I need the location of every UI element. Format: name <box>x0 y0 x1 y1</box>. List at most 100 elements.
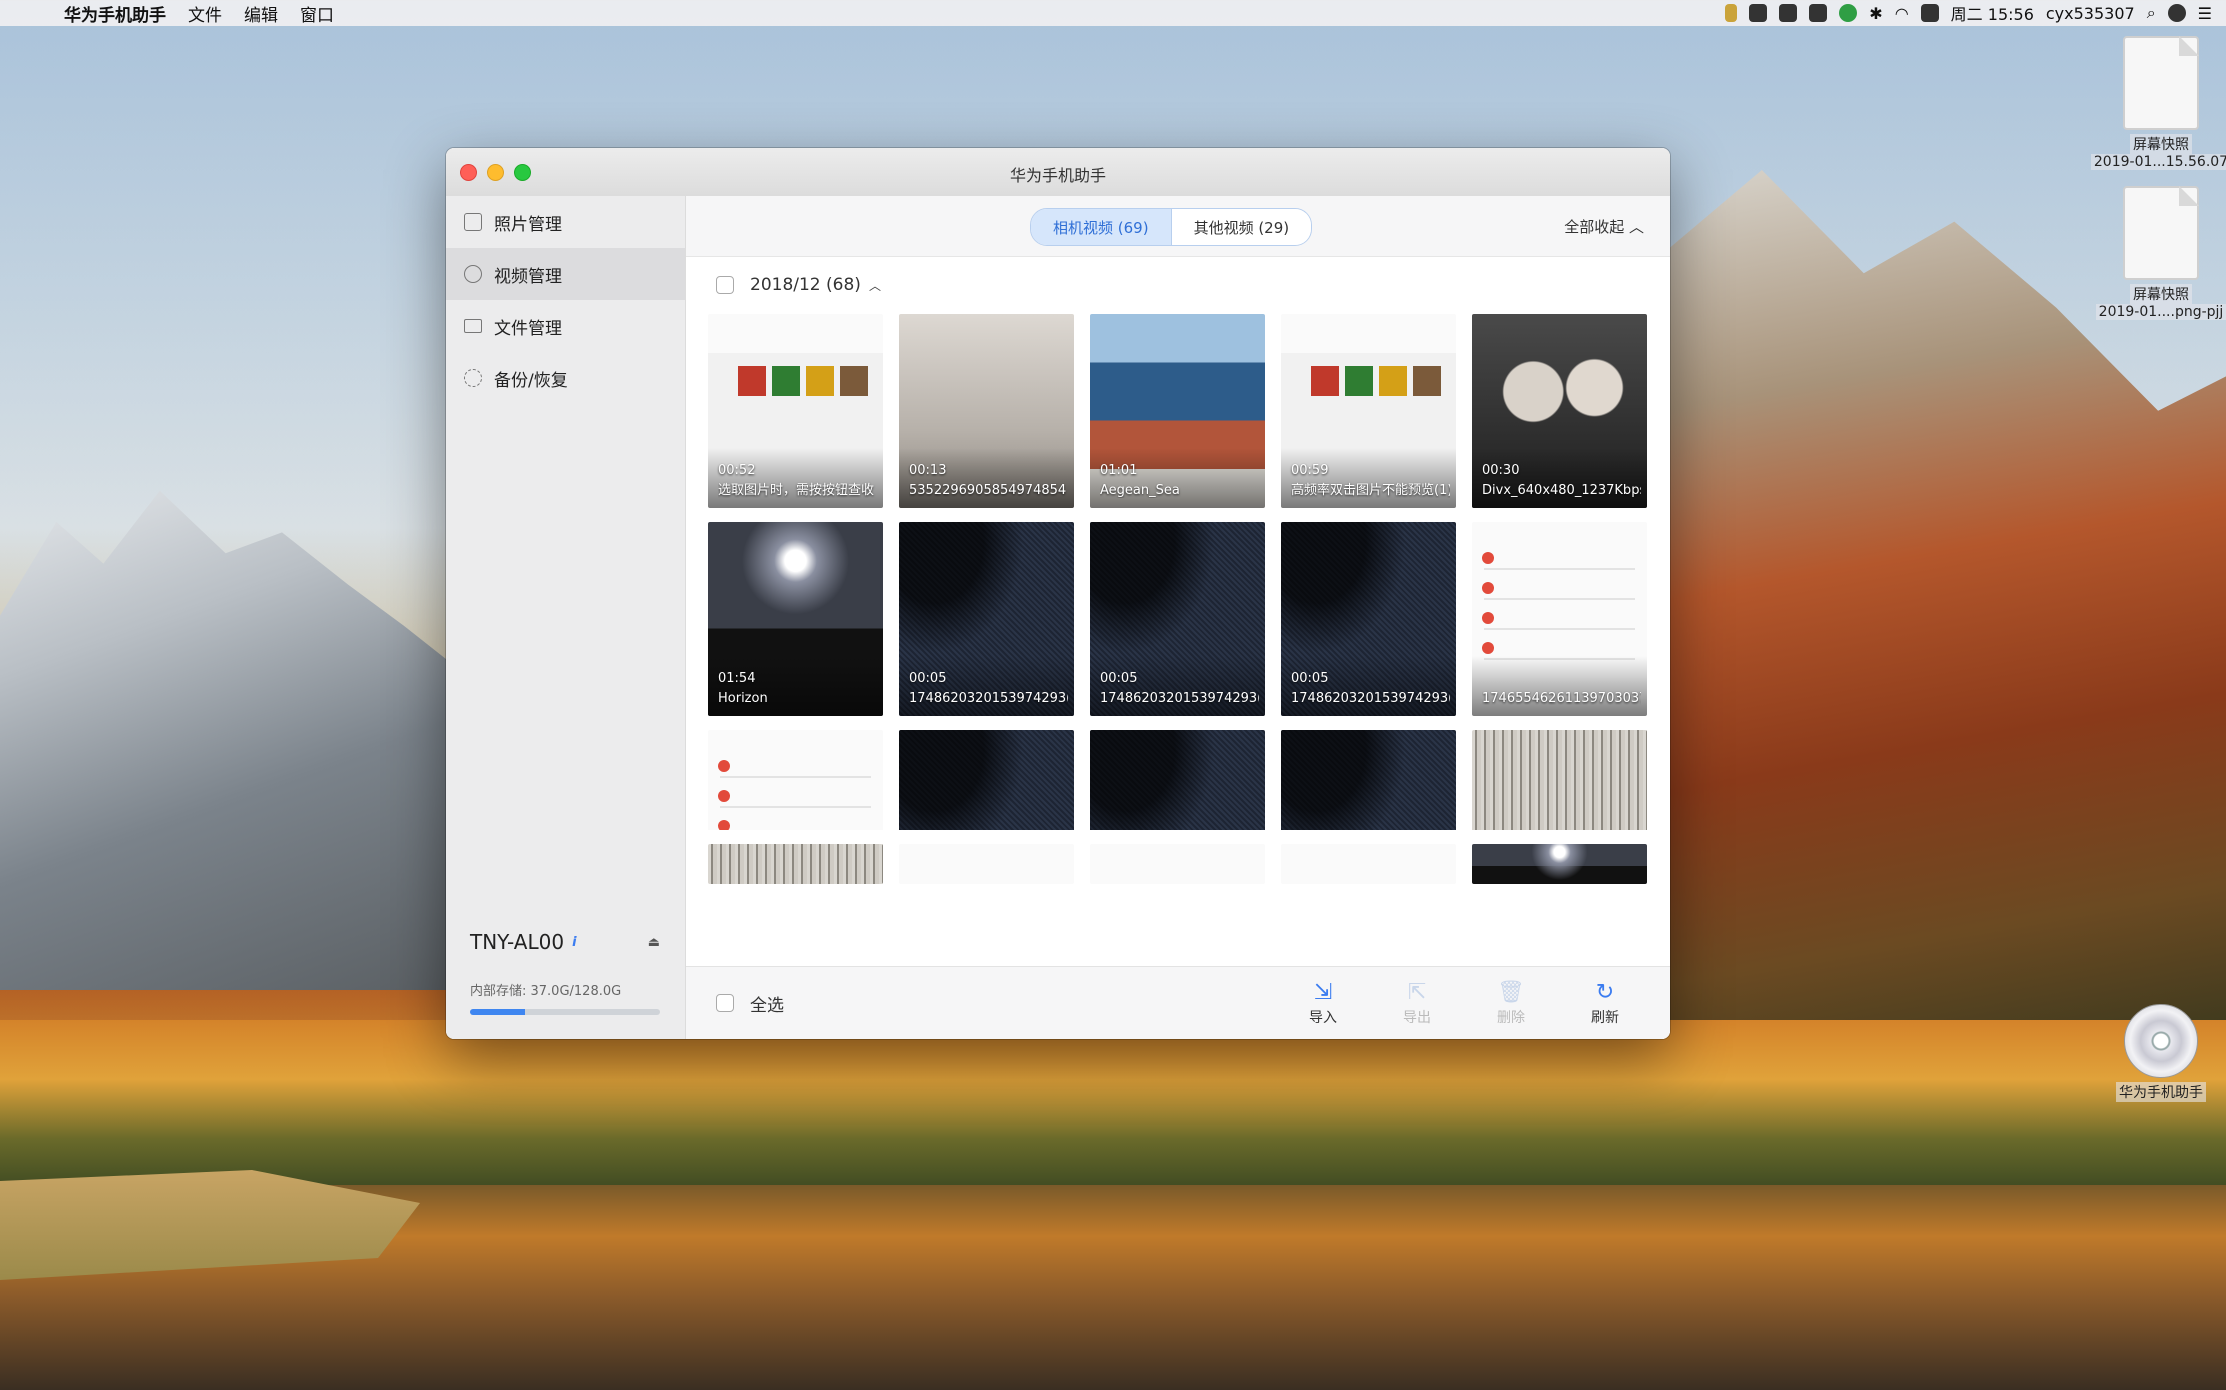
tab-other-videos[interactable]: 其他视频 (29) <box>1171 209 1312 245</box>
video-filename: 高频率双击图片不能预览(1) <box>1291 483 1450 498</box>
video-thumbnail[interactable]: 01:01 Aegean_Sea <box>1090 314 1265 508</box>
menu-file[interactable]: 文件 <box>188 1 222 26</box>
sidebar-item-backup[interactable]: 备份/恢复 <box>446 352 685 404</box>
thumbnail-preview-image <box>1413 366 1441 396</box>
desktop-file-screenshot-2[interactable]: 屏幕快照 2019-01....png-pjj <box>2086 186 2226 320</box>
video-duration: 00:05 <box>1100 671 1138 686</box>
tray-status-icon[interactable] <box>1839 4 1858 22</box>
video-duration: 00:13 <box>909 463 947 478</box>
menu-bar: 华为手机助手 文件 编辑 窗口 ✱ ◠ 周二 15:56 cyx535307 ⌕… <box>0 0 2226 26</box>
video-thumbnail[interactable] <box>1472 844 1647 884</box>
video-thumbnail[interactable]: 01:54 Horizon <box>708 522 883 716</box>
tray-wifi-icon[interactable]: ◠ <box>1895 4 1909 23</box>
thumbnail-list-row <box>720 806 871 808</box>
import-icon: ⇲ <box>1313 980 1333 1005</box>
menu-bar-tray: ✱ ◠ 周二 15:56 cyx535307 ⌕ ☰ <box>1725 1 2226 25</box>
group-collapse-icon[interactable]: ︿ <box>869 277 881 294</box>
video-thumbnail[interactable]: 00:13 5352296905854974854 <box>899 314 1074 508</box>
tray-bluetooth-icon[interactable]: ✱ <box>1869 4 1882 23</box>
tab-camera-videos[interactable]: 相机视频 (69) <box>1031 209 1172 245</box>
info-icon[interactable]: i <box>572 935 576 950</box>
thumbnail-preview-image <box>738 366 766 396</box>
video-duration: 00:59 <box>1291 463 1329 478</box>
video-thumbnail[interactable]: 00:051748620320153974293(1 <box>899 522 1074 716</box>
thumbnail-list-row <box>1484 628 1635 630</box>
group-header: 2018/12 (68) ︿ <box>686 257 1670 313</box>
thumbnail-list-row <box>720 776 871 778</box>
export-icon: ⇱ <box>1407 980 1427 1005</box>
video-thumbnail[interactable]: 00:051748620320153974293(1 <box>1281 730 1456 830</box>
video-thumbnail[interactable]: 00:05 1748620320153974293(1 <box>1281 522 1456 716</box>
delete-button[interactable]: 🗑 删除 <box>1484 979 1538 1027</box>
video-duration: 00:05 <box>1291 671 1329 686</box>
import-button[interactable]: ⇲ 导入 <box>1296 979 1350 1027</box>
wallpaper-mountain-left <box>0 490 470 990</box>
menu-window[interactable]: 窗口 <box>300 1 334 26</box>
thumbnail-list-row <box>1484 598 1635 600</box>
video-thumbnail[interactable]: 00:52 选取图片时，需按按钮查收 <box>708 314 883 508</box>
video-filename: Horizon <box>718 691 768 706</box>
video-thumbnail[interactable]: 00:30 Divx_640x480_1237Kbps <box>1472 314 1647 508</box>
thumbnail-list-dot <box>1482 612 1494 624</box>
menu-edit[interactable]: 编辑 <box>244 1 278 26</box>
storage-label: 内部存储: 37.0G/128.0G <box>470 984 622 999</box>
tray-shield-icon[interactable] <box>1725 4 1738 22</box>
video-thumbnail[interactable]: 17465546261139703037(2 <box>708 730 883 830</box>
thumbnail-list-row <box>1484 568 1635 570</box>
select-all[interactable]: 全选 <box>686 991 784 1016</box>
group-checkbox[interactable] <box>716 276 734 294</box>
video-thumbnail[interactable]: 00:59 高频率双击图片不能预览(1) <box>1281 314 1456 508</box>
tabs-bar: 相机视频 (69) 其他视频 (29) 全部收起 ︿ <box>686 196 1670 257</box>
collapse-all-button[interactable]: 全部收起 ︿ <box>1564 216 1644 237</box>
thumbnail-list-row <box>1484 658 1635 660</box>
eject-icon[interactable]: ⏏ <box>648 935 660 950</box>
siri-icon[interactable] <box>2167 4 2186 22</box>
window-title: 华为手机助手 <box>1009 166 1106 185</box>
video-filename: 选取图片时，需按按钮查收 <box>718 483 875 498</box>
thumbnail-preview-image <box>772 366 800 396</box>
backup-icon <box>464 369 482 387</box>
sidebar-item-files[interactable]: 文件管理 <box>446 300 685 352</box>
menu-clock[interactable]: 周二 15:56 <box>1951 1 2034 25</box>
video-thumbnail[interactable]: 00:05 1748620320153974293(1 <box>1090 522 1265 716</box>
tray-app-icon[interactable] <box>1749 4 1768 22</box>
thumbnail-list-dot <box>1482 642 1494 654</box>
tray-mic-icon[interactable] <box>1779 4 1798 22</box>
video-tabs: 相机视频 (69) 其他视频 (29) <box>1030 208 1313 246</box>
select-all-checkbox[interactable] <box>716 994 734 1012</box>
video-duration: 00:30 <box>1482 463 1520 478</box>
refresh-button[interactable]: ↻ 刷新 <box>1578 979 1632 1027</box>
video-filename: 1748620320153974293(1 <box>1291 691 1450 706</box>
menu-app-name[interactable]: 华为手机助手 <box>64 1 166 26</box>
tray-grid-icon[interactable] <box>1809 4 1828 22</box>
video-thumbnail[interactable] <box>899 844 1074 884</box>
video-thumbnail[interactable]: 00:248265923067141218505 <box>1472 730 1647 830</box>
video-filename: Aegean_Sea <box>1100 483 1180 498</box>
menu-user[interactable]: cyx535307 <box>2046 4 2135 23</box>
video-filename: 17465546261139703037(1 <box>1482 691 1641 706</box>
video-thumbnail[interactable]: 00:051748620320153974293(1 <box>1090 730 1265 830</box>
device-panel: TNY-AL00 i ⏏ 内部存储: 37.0G/128.0G <box>470 930 660 1015</box>
video-thumbnail[interactable]: 17465546261139703037(1 <box>1472 522 1647 716</box>
video-thumbnail[interactable]: 00:051748620320153974293 <box>899 730 1074 830</box>
desktop-disk-huawei[interactable]: 华为手机助手 <box>2086 1004 2226 1102</box>
sidebar-item-videos[interactable]: 视频管理 <box>446 248 685 300</box>
video-filename: 1748620320153974293(1 <box>1100 691 1259 706</box>
export-button[interactable]: ⇱ 导出 <box>1390 979 1444 1027</box>
sidebar-item-photos[interactable]: 照片管理 <box>446 196 685 248</box>
title-bar[interactable]: 华为手机助手 <box>446 148 1670 197</box>
notification-center-icon[interactable]: ☰ <box>2198 4 2212 23</box>
video-duration: 00:05 <box>909 671 947 686</box>
cd-icon <box>2124 1004 2198 1078</box>
tray-s-icon[interactable] <box>1920 4 1939 22</box>
video-filename: 5352296905854974854 <box>909 483 1067 498</box>
video-thumbnail[interactable] <box>1090 844 1265 884</box>
folder-icon <box>464 319 482 333</box>
video-thumbnail[interactable] <box>708 844 883 884</box>
desktop-file-screenshot-1[interactable]: 屏幕快照 2019-01...15.56.07 <box>2086 36 2226 170</box>
spotlight-search-icon[interactable]: ⌕ <box>2147 3 2156 23</box>
video-icon <box>464 265 482 283</box>
device-name: TNY-AL00 <box>470 930 565 954</box>
video-thumbnail[interactable] <box>1281 844 1456 884</box>
thumbnail-preview-image <box>1311 366 1339 396</box>
